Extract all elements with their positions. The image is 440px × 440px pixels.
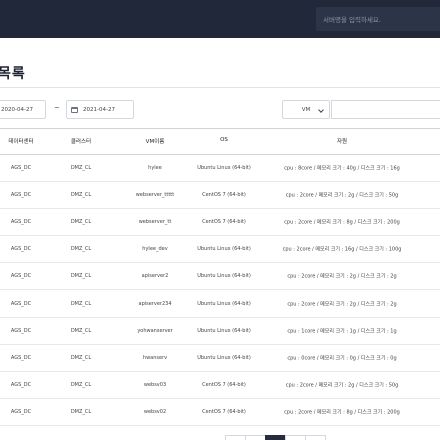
cell-vm-name: hwanserv: [142, 354, 168, 361]
cell-os: Ubuntu Linux (64-bit): [197, 327, 251, 334]
table-row[interactable]: AGS_DC DMZ_CL webserver_tt CentOS 7 (64-bit…: [0, 209, 440, 237]
date-to-value: 2021-04-27: [83, 106, 115, 113]
cell-resources: cpu : 0core / 메모리 크기 : 0g / 디스크 크기 : 0g: [287, 355, 397, 362]
page-button[interactable]: [245, 435, 266, 440]
cell-resources: cpu : 8core / 메모리 크기 : 40g / 디스크 크기 : 16…: [284, 165, 400, 172]
cell-datacenter: AGS_DC: [10, 165, 32, 171]
cell-vm-name: webserver_ttttt: [135, 192, 175, 199]
cell-datacenter: AGS_DC: [10, 273, 32, 280]
cell-cluster: DMZ_CL: [70, 381, 92, 388]
cell-os: Ubuntu Linux (64-bit): [197, 300, 251, 307]
cell-resources: cpu : 2core / 메모리 크기 : 8g / 디스크 크기 : 200…: [284, 409, 400, 416]
table-row[interactable]: AGS_DC DMZ_CL yohwanserver Ubuntu Linux (64…: [0, 318, 440, 345]
page-button[interactable]: [225, 435, 246, 440]
table-row[interactable]: AGS_DC DMZ_CL apiserver234 Ubuntu Linux (64…: [0, 291, 440, 318]
column-header-resources: 자원: [336, 139, 348, 145]
cell-datacenter: AGS_DC: [10, 408, 32, 415]
cell-resources: cpu : 2core / 메모리 크기 : 8g / 디스크 크기 : 200…: [284, 219, 400, 226]
cell-os: CentOS 7 (64-bit): [202, 408, 246, 415]
chevron-down-icon: [318, 107, 324, 113]
cell-resources: cpu : 2core / 메모리 크기 : 2g / 디스크 크기 : 50g: [285, 382, 399, 389]
cell-cluster: DMZ_CL: [70, 273, 92, 280]
cell-os: Ubuntu Linux (64-bit): [197, 246, 251, 253]
table-row[interactable]: AGS_DC DMZ_CL hylee_dev Ubuntu Linux (64-bi…: [0, 236, 440, 264]
cell-resources: cpu : 2core / 메모리 크기 : 2g / 디스크 크기 : 2g: [287, 301, 397, 307]
cell-vm-name: apiserver2: [141, 273, 169, 280]
column-header-datacenter: 데이터센터: [8, 139, 34, 145]
cell-os: CentOS 7 (64-bit): [202, 219, 246, 226]
top-header-bar: [0, 0, 440, 38]
table-row[interactable]: AGS_DC DMZ_CL webserver_ttttt CentOS 7 (64-…: [0, 182, 440, 210]
column-header-cluster: 클러스터: [70, 139, 92, 145]
page-button[interactable]: [305, 435, 326, 440]
cell-resources: cpu : 2core / 메모리 크기 : 2g / 디스크 크기 : 50g: [285, 192, 399, 199]
cell-os: Ubuntu Linux (64-bit): [197, 354, 251, 361]
date-from-value: 2020-04-27: [1, 106, 33, 113]
table-row[interactable]: AGS_DC DMZ_CL apiserver2 Ubuntu Linux (64-b…: [0, 263, 440, 291]
table-row[interactable]: AGS_DC DMZ_CL websv03 CentOS 7 (64-bit) cpu …: [0, 372, 440, 399]
cell-cluster: DMZ_CL: [70, 192, 92, 199]
cell-datacenter: AGS_DC: [10, 246, 32, 253]
cell-resources: cpu : 2core / 메모리 크기 : 16g / 디스크 크기 : 10…: [282, 246, 402, 253]
cell-cluster: DMZ_CL: [70, 165, 92, 171]
server-search-box[interactable]: [316, 7, 440, 32]
cell-cluster: DMZ_CL: [70, 327, 92, 334]
cell-datacenter: AGS_DC: [10, 354, 32, 361]
calendar-icon: [71, 106, 78, 113]
search-type-select[interactable]: VM: [282, 100, 330, 119]
page-title: 목록: [0, 66, 26, 82]
cell-os: CentOS 7 (64-bit): [202, 192, 246, 199]
date-to-field[interactable]: 2021-04-27: [66, 100, 134, 119]
pagination: [225, 435, 326, 440]
cell-vm-name: apiserver234: [138, 300, 172, 307]
cell-cluster: DMZ_CL: [70, 246, 92, 253]
title-divider: [0, 87, 440, 88]
table-top-border: [0, 128, 440, 129]
table-row[interactable]: AGS_DC DMZ_CL hwanserv Ubuntu Linux (64-bit…: [0, 345, 440, 372]
cell-vm-name: hylee_dev: [142, 246, 168, 253]
table-row[interactable]: AGS_DC DMZ_CL websv02 CentOS 7 (64-bit) cpu …: [0, 399, 440, 426]
cell-cluster: DMZ_CL: [70, 300, 92, 307]
date-from-field[interactable]: 2020-04-27: [0, 100, 46, 119]
cell-cluster: DMZ_CL: [70, 354, 92, 361]
table-row[interactable]: AGS_DC DMZ_CL hylee Ubuntu Linux (64-bit) cp…: [0, 155, 440, 182]
cell-cluster: DMZ_CL: [70, 408, 92, 415]
cell-os: CentOS 7 (64-bit): [202, 381, 246, 388]
cell-vm-name: yohwanserver: [137, 327, 173, 334]
page-button[interactable]: [285, 435, 306, 440]
cell-os: Ubuntu Linux (64-bit): [197, 273, 251, 280]
cell-os: Ubuntu Linux (64-bit): [197, 165, 251, 171]
cell-datacenter: AGS_DC: [10, 192, 32, 199]
server-search-input[interactable]: [316, 8, 440, 32]
cell-resources: cpu : 1core / 메모리 크기 : 1g / 디스크 크기 : 1g: [287, 328, 397, 335]
cell-vm-name: hylee: [148, 165, 162, 171]
cell-datacenter: AGS_DC: [10, 381, 32, 388]
column-header-vm-name: VM이름: [145, 139, 165, 145]
date-range-separator: ~: [54, 104, 60, 112]
cell-vm-name: webserver_tt: [138, 219, 172, 226]
cell-datacenter: AGS_DC: [10, 219, 32, 226]
cell-resources: cpu : 2core / 메모리 크기 : 2g / 디스크 크기 : 2g: [287, 273, 397, 280]
cell-cluster: DMZ_CL: [70, 219, 92, 226]
column-header-os: OS: [220, 137, 228, 143]
cell-vm-name: websv02: [143, 408, 167, 415]
search-type-value: VM: [301, 106, 311, 113]
cell-datacenter: AGS_DC: [10, 300, 32, 307]
cell-vm-name: websv03: [143, 381, 167, 388]
cell-datacenter: AGS_DC: [10, 327, 32, 334]
page-button[interactable]: [265, 435, 286, 440]
keyword-input[interactable]: [331, 100, 440, 119]
